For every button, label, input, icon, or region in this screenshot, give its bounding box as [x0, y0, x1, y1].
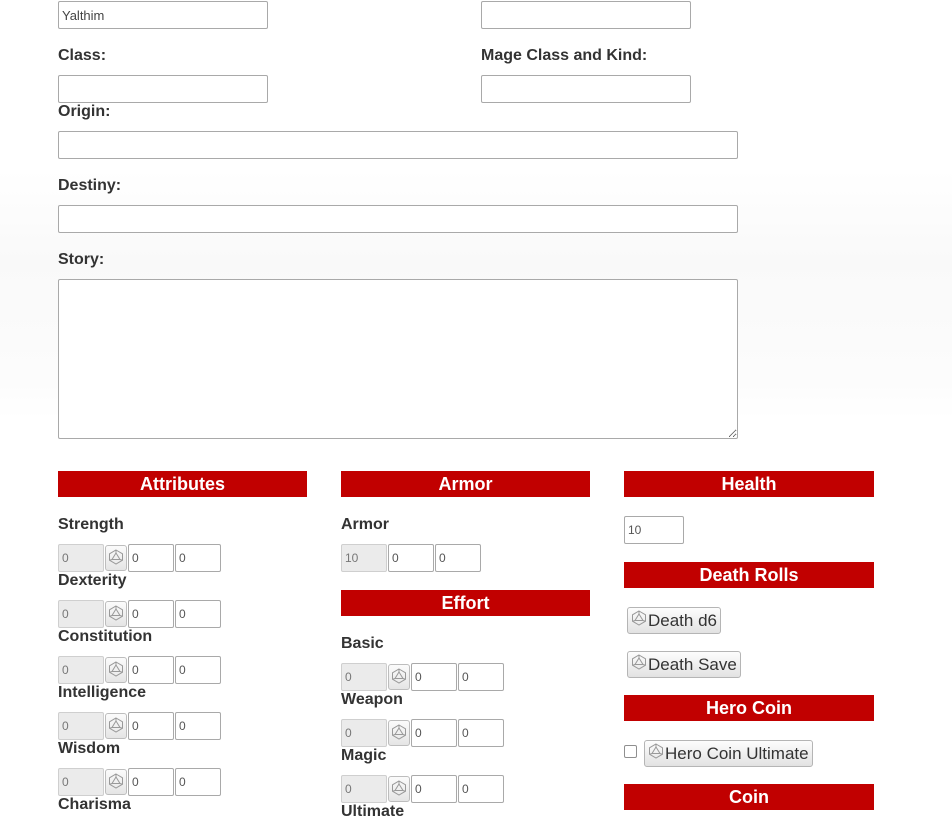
coin-header: Coin [624, 784, 874, 811]
class-label: Class: [58, 47, 107, 64]
d20-dice-icon [108, 716, 124, 736]
effort-mod-input[interactable] [411, 663, 457, 691]
d20-dice-icon [108, 772, 124, 792]
death-save-label: Death Save [648, 654, 737, 674]
armor-base-field [341, 544, 387, 572]
effort-bonus-input[interactable] [458, 663, 504, 691]
armor-header: Armor [341, 471, 590, 498]
effort-mod-input[interactable] [411, 719, 457, 747]
effort-label: Weapon [341, 691, 403, 708]
attribute-bonus-input[interactable] [175, 600, 221, 628]
effort-header: Effort [341, 590, 590, 617]
death-rolls-header: Death Rolls [624, 562, 874, 589]
origin-input[interactable] [58, 131, 738, 159]
attribute-mod-input[interactable] [128, 768, 174, 796]
d20-dice-icon [648, 743, 664, 764]
d20-dice-icon [391, 667, 407, 687]
attribute-bonus-input[interactable] [175, 768, 221, 796]
class-input[interactable] [58, 75, 268, 103]
roll-magic-effort-button[interactable] [388, 776, 410, 802]
attribute-bonus-input[interactable] [175, 712, 221, 740]
armor-mod-input[interactable] [388, 544, 434, 572]
health-header: Health [624, 471, 874, 498]
health-input[interactable] [624, 516, 684, 544]
roll-basic-effort-button[interactable] [388, 664, 410, 690]
hero-coin-checkbox[interactable] [624, 745, 637, 758]
effort-bonus-input[interactable] [458, 719, 504, 747]
attributes-header: Attributes [58, 471, 307, 498]
attribute-label: Dexterity [58, 572, 127, 589]
effort-bonus-input[interactable] [458, 775, 504, 803]
origin-label: Origin: [58, 103, 111, 120]
character-name-input[interactable] [58, 1, 268, 29]
effort-label-ultimate: Ultimate [341, 803, 405, 820]
effort-base-field [341, 663, 387, 691]
destiny-input[interactable] [58, 205, 738, 233]
player-name-input[interactable] [481, 1, 691, 29]
attribute-base-field [58, 600, 104, 628]
attribute-bonus-input[interactable] [175, 544, 221, 572]
attribute-base-field [58, 544, 104, 572]
effort-mod-input[interactable] [411, 775, 457, 803]
effort-base-field [341, 719, 387, 747]
roll-strength-button[interactable] [105, 545, 127, 571]
attribute-mod-input[interactable] [128, 656, 174, 684]
hero-coin-header: Hero Coin [624, 695, 874, 722]
attribute-base-field [58, 656, 104, 684]
destiny-label: Destiny: [58, 177, 122, 194]
roll-intelligence-button[interactable] [105, 713, 127, 739]
attribute-label: Intelligence [58, 684, 147, 701]
hero-coin-ultimate-label: Hero Coin Ultimate [665, 743, 809, 763]
roll-weapon-effort-button[interactable] [388, 720, 410, 746]
hero-coin-ultimate-button[interactable]: Hero Coin Ultimate [644, 740, 813, 767]
d20-dice-icon [108, 604, 124, 624]
roll-dexterity-button[interactable] [105, 601, 127, 627]
armor-bonus-input[interactable] [435, 544, 481, 572]
story-label: Story: [58, 251, 105, 268]
attribute-label: Strength [58, 516, 124, 533]
d20-dice-icon [391, 723, 407, 743]
d20-dice-icon [631, 654, 647, 675]
death-save-button[interactable]: Death Save [627, 651, 741, 678]
d20-dice-icon [108, 548, 124, 568]
attribute-label-charisma: Charisma [58, 796, 131, 813]
roll-constitution-button[interactable] [105, 657, 127, 683]
effort-base-field [341, 775, 387, 803]
armor-label: Armor [341, 516, 390, 533]
effort-label: Magic [341, 747, 387, 764]
story-textarea[interactable] [58, 279, 738, 439]
death-d6-label: Death d6 [648, 610, 717, 630]
mage-class-label: Mage Class and Kind: [481, 47, 648, 64]
d20-dice-icon [108, 660, 124, 680]
mage-class-input[interactable] [481, 75, 691, 103]
attribute-base-field [58, 768, 104, 796]
attribute-label: Constitution [58, 628, 153, 645]
roll-wisdom-button[interactable] [105, 769, 127, 795]
d20-dice-icon [631, 610, 647, 631]
attribute-mod-input[interactable] [128, 600, 174, 628]
attribute-mod-input[interactable] [128, 544, 174, 572]
attribute-bonus-input[interactable] [175, 656, 221, 684]
attribute-label: Wisdom [58, 740, 121, 757]
death-d6-button[interactable]: Death d6 [627, 607, 721, 634]
attribute-mod-input[interactable] [128, 712, 174, 740]
d20-dice-icon [391, 779, 407, 799]
effort-label: Basic [341, 635, 384, 652]
attribute-base-field [58, 712, 104, 740]
